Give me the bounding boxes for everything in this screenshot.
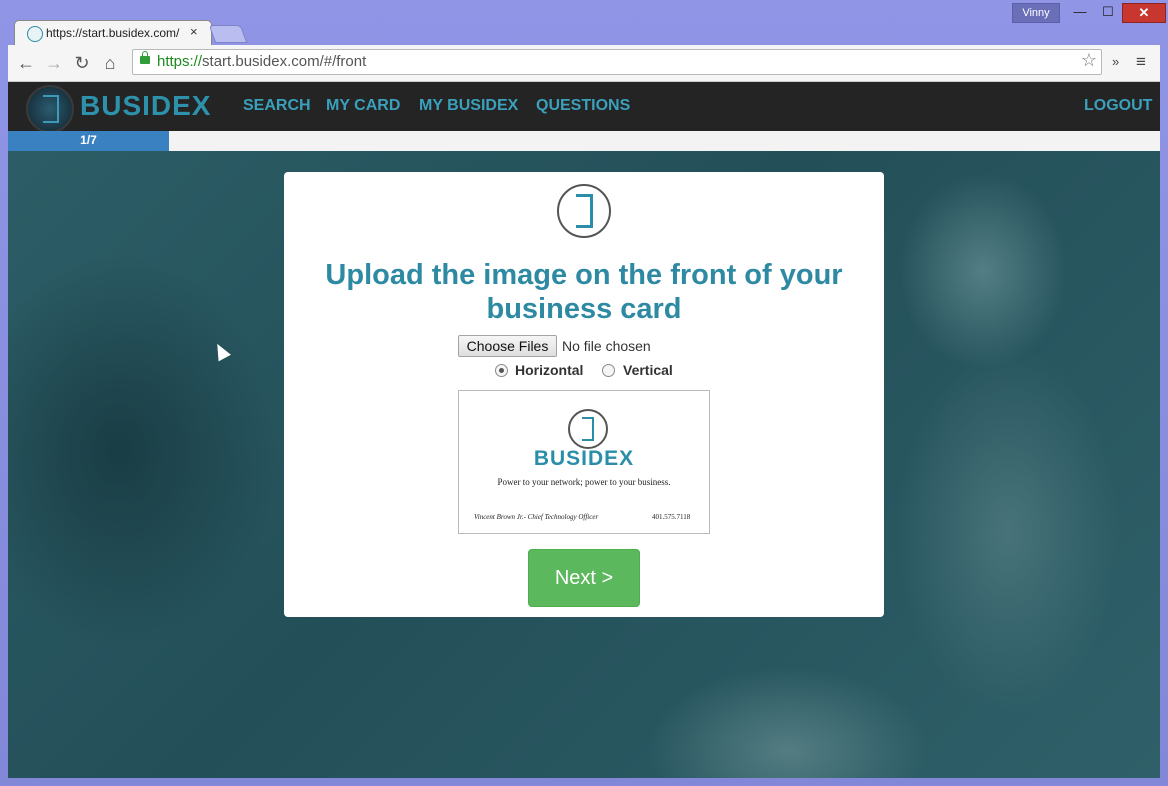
choose-files-button[interactable]: Choose Files [458, 335, 557, 357]
reload-icon[interactable]: ↻ [70, 51, 94, 75]
close-window-button[interactable]: ✕ [1122, 3, 1166, 23]
nav-search-link[interactable]: SEARCH [243, 97, 311, 115]
profile-badge[interactable]: Vinny [1012, 3, 1060, 23]
tab-title: https://start.busidex.com/ [46, 26, 180, 40]
address-bar[interactable]: https://start.busidex.com/#/front ☆ [132, 49, 1102, 75]
vertical-radio[interactable] [602, 364, 615, 377]
url-text: https://start.busidex.com/#/front [157, 53, 366, 70]
browser-window: Vinny — ☐ ✕ https://start.busidex.com/ ×… [0, 0, 1168, 786]
busidex-favicon-icon [27, 26, 43, 42]
new-tab-button[interactable] [208, 25, 248, 43]
nav-questions-link[interactable]: QUESTIONS [536, 97, 630, 115]
nav-my-busidex-link[interactable]: MY BUSIDEX [419, 97, 518, 115]
busidex-logo-icon [557, 184, 611, 238]
preview-brand: BUSIDEX [533, 447, 635, 470]
next-button[interactable]: Next > [528, 549, 640, 607]
site-navbar: BUSIDEX SEARCH MY CARD MY BUSIDEX QUESTI… [8, 82, 1160, 133]
preview-phone: 401.575.7118 [652, 513, 691, 521]
horizontal-radio[interactable] [495, 364, 508, 377]
nav-my-card-link[interactable]: MY CARD [326, 97, 400, 115]
step-progress-bar: 1/7 [8, 131, 1160, 151]
minimize-button[interactable]: — [1066, 3, 1094, 21]
horizontal-label[interactable]: Horizontal [515, 362, 583, 378]
busidex-logo-icon [568, 409, 608, 449]
url-path: start.busidex.com/#/front [202, 53, 367, 70]
file-status-text: No file chosen [562, 338, 651, 354]
page-viewport: BUSIDEX SEARCH MY CARD MY BUSIDEX QUESTI… [8, 82, 1160, 778]
home-icon[interactable]: ⌂ [98, 51, 122, 75]
maximize-button[interactable]: ☐ [1094, 3, 1122, 21]
preview-person: Vincent Brown Jr.- Chief Technology Offi… [474, 513, 599, 521]
brand-name[interactable]: BUSIDEX [80, 90, 211, 122]
preview-tagline: Power to your network; power to your bus… [497, 477, 671, 487]
back-arrow-icon[interactable]: ← [14, 51, 38, 75]
busidex-logo-icon[interactable] [26, 85, 74, 133]
page-title: Upload the image on the front of your bu… [325, 259, 843, 325]
bookmark-star-icon[interactable]: ☆ [1081, 50, 1097, 71]
url-scheme: https:// [157, 53, 203, 70]
nav-logout-link[interactable]: LOGOUT [1084, 97, 1152, 115]
extensions-chevron-icon[interactable]: » [1112, 54, 1119, 69]
tab-close-icon[interactable]: × [190, 24, 198, 39]
progress-label: 1/7 [80, 133, 97, 147]
browser-menu-icon[interactable]: ≡ [1136, 52, 1146, 72]
browser-toolbar: ← → ↻ ⌂ https://start.busidex.com/#/fron… [8, 45, 1160, 82]
lock-icon[interactable] [140, 51, 150, 64]
card-preview-image: BUSIDEX Power to your network; power to … [458, 390, 710, 534]
browser-tab[interactable]: https://start.busidex.com/ × [14, 20, 212, 46]
vertical-label[interactable]: Vertical [623, 362, 673, 378]
upload-card: Upload the image on the front of your bu… [284, 172, 884, 617]
forward-arrow-icon[interactable]: → [42, 51, 66, 75]
